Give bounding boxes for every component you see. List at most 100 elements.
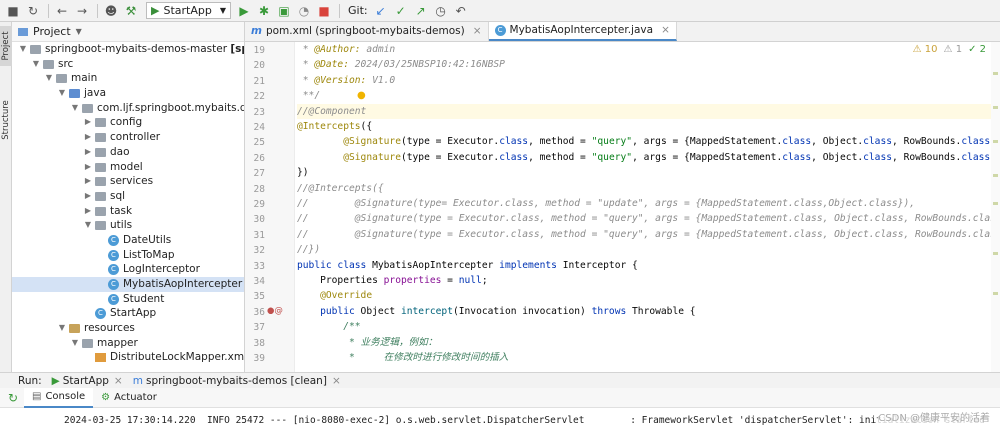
code-line[interactable]: * @Version: V1.0 bbox=[297, 73, 1000, 88]
tree-item[interactable]: ▶ model bbox=[12, 160, 244, 175]
stop-icon[interactable]: ■ bbox=[315, 2, 333, 20]
stripe-mark[interactable] bbox=[993, 174, 998, 177]
tree-item[interactable]: ▼ mapper bbox=[12, 336, 244, 351]
code-line[interactable]: * 业务逻辑，例如： bbox=[297, 335, 1000, 350]
stripe-mark[interactable] bbox=[993, 106, 998, 109]
code-line[interactable]: @Override bbox=[297, 288, 1000, 303]
tree-item[interactable]: ▶ dao bbox=[12, 145, 244, 160]
forward-icon[interactable]: → bbox=[73, 2, 91, 20]
code-line[interactable]: //}) bbox=[297, 242, 1000, 257]
tree-item[interactable]: ▶ controller bbox=[12, 130, 244, 145]
profile-icon[interactable]: ◔ bbox=[295, 2, 313, 20]
stripe-mark[interactable] bbox=[993, 292, 998, 295]
back-icon[interactable]: ← bbox=[53, 2, 71, 20]
tree-item[interactable]: C DateUtils bbox=[12, 233, 244, 248]
project-panel-title[interactable]: Project bbox=[33, 25, 71, 38]
tree-item[interactable]: ▼ main bbox=[12, 71, 244, 86]
tree-item[interactable]: C MybatisAopIntercepter bbox=[12, 277, 244, 292]
collapse-arrow-icon[interactable]: ▶ bbox=[83, 189, 93, 204]
console-output[interactable]: 2024-03-25 17:30:14.220 INFO 25472 --- [… bbox=[0, 408, 1000, 428]
editor-tab[interactable]: m pom.xml (springboot-mybaits-demos) × bbox=[245, 22, 489, 41]
console-tab[interactable]: ▤ Console bbox=[24, 387, 94, 408]
lightbulb-icon[interactable]: ● bbox=[357, 88, 366, 103]
close-icon[interactable]: × bbox=[473, 25, 482, 37]
code-line[interactable]: // @Signature(type = Executor.class, met… bbox=[297, 211, 1000, 226]
expand-arrow-icon[interactable]: ▼ bbox=[57, 86, 67, 101]
code-line[interactable]: @Signature(type = Executor.class, method… bbox=[297, 150, 1000, 165]
expand-arrow-icon[interactable]: ▼ bbox=[70, 336, 80, 351]
tree-item[interactable]: C Student bbox=[12, 292, 244, 307]
stripe-mark[interactable] bbox=[993, 202, 998, 205]
code-line[interactable]: @Intercepts({ bbox=[297, 119, 1000, 134]
code-line[interactable]: Properties properties = null; bbox=[297, 273, 1000, 288]
close-icon[interactable]: × bbox=[332, 375, 341, 387]
project-tool-tab[interactable]: Project bbox=[0, 26, 12, 66]
close-icon[interactable]: × bbox=[114, 375, 123, 387]
git-update-icon[interactable]: ↙ bbox=[372, 2, 390, 20]
save-icon[interactable]: ■ bbox=[4, 2, 22, 20]
code-line[interactable]: * @Author: admin bbox=[297, 42, 1000, 57]
stripe-mark[interactable] bbox=[993, 72, 998, 75]
tree-item[interactable]: C LogInterceptor bbox=[12, 262, 244, 277]
tree-item[interactable]: ▼ src bbox=[12, 57, 244, 72]
rerun-icon[interactable]: ↻ bbox=[4, 389, 22, 407]
user-icon[interactable]: ☻ bbox=[102, 2, 120, 20]
code-line[interactable]: // @Signature(type= Executor.class, meth… bbox=[297, 196, 1000, 211]
collapse-arrow-icon[interactable]: ▶ bbox=[83, 115, 93, 130]
tree-item[interactable]: ▼ com.ljf.springboot.mybaits.demos bbox=[12, 101, 244, 116]
tree-item[interactable]: DistributeLockMapper.xml bbox=[12, 350, 244, 365]
collapse-arrow-icon[interactable]: ▶ bbox=[83, 145, 93, 160]
structure-tool-tab[interactable]: Structure bbox=[0, 100, 12, 140]
tree-item[interactable]: ▶ services bbox=[12, 174, 244, 189]
collapse-arrow-icon[interactable]: ▶ bbox=[83, 174, 93, 189]
chevron-down-icon[interactable]: ▼ bbox=[76, 27, 82, 36]
expand-arrow-icon[interactable]: ▼ bbox=[31, 57, 41, 72]
git-push-icon[interactable]: ↗ bbox=[412, 2, 430, 20]
coverage-icon[interactable]: ▣ bbox=[275, 2, 293, 20]
stripe-mark[interactable] bbox=[993, 252, 998, 255]
code-line[interactable]: * 在修改时进行修改时间的插入 bbox=[297, 350, 1000, 365]
error-stripe[interactable] bbox=[991, 42, 1000, 372]
code-line[interactable]: /** bbox=[297, 319, 1000, 334]
history-icon[interactable]: ◷ bbox=[432, 2, 450, 20]
code-line[interactable]: * @Date: 2024/03/25NBSP10:42:16NBSP bbox=[297, 57, 1000, 72]
code-line[interactable]: }) bbox=[297, 165, 1000, 180]
editor-tab[interactable]: C MybatisAopIntercepter.java × bbox=[488, 22, 677, 41]
collapse-arrow-icon[interactable]: ▶ bbox=[83, 160, 93, 175]
build-hammer-icon[interactable]: ⚒ bbox=[122, 2, 140, 20]
sync-icon[interactable]: ↻ bbox=[24, 2, 42, 20]
tree-item[interactable]: ▶ task bbox=[12, 204, 244, 219]
run-tab[interactable]: ▶ StartApp × bbox=[52, 375, 123, 387]
tree-item[interactable]: ▶ sql bbox=[12, 189, 244, 204]
run-config-select[interactable]: ▶ StartApp ▼ bbox=[146, 2, 231, 19]
code-line[interactable]: @Signature(type = Executor.class, method… bbox=[297, 134, 1000, 149]
expand-arrow-icon[interactable]: ▼ bbox=[44, 71, 54, 86]
code-line[interactable]: // @Signature(type = Executor.class, met… bbox=[297, 227, 1000, 242]
tree-item[interactable]: ▶ config bbox=[12, 115, 244, 130]
tree-item[interactable]: ▼ utils bbox=[12, 218, 244, 233]
expand-arrow-icon[interactable]: ▼ bbox=[18, 42, 28, 57]
code-area[interactable]: * @Author: admin * @Date: 2024/03/25NBSP… bbox=[297, 42, 1000, 372]
code-line[interactable]: public Object intercept(Invocation invoc… bbox=[297, 304, 1000, 319]
tree-item[interactable]: C StartApp bbox=[12, 306, 244, 321]
code-line[interactable]: **/ bbox=[297, 88, 1000, 103]
expand-arrow-icon[interactable]: ▼ bbox=[57, 321, 67, 336]
tree-item[interactable]: C ListToMap bbox=[12, 248, 244, 263]
override-marker-icon[interactable]: ●@ bbox=[267, 306, 283, 316]
debug-icon[interactable]: ✱ bbox=[255, 2, 273, 20]
rollback-icon[interactable]: ↶ bbox=[452, 2, 470, 20]
collapse-arrow-icon[interactable]: ▶ bbox=[83, 204, 93, 219]
collapse-arrow-icon[interactable]: ▶ bbox=[83, 130, 93, 145]
tree-item[interactable]: ▼ java bbox=[12, 86, 244, 101]
tree-item[interactable]: ▼ springboot-mybaits-demos-master [spring… bbox=[12, 42, 244, 57]
stripe-mark[interactable] bbox=[993, 140, 998, 143]
code-line[interactable]: //@Intercepts({ bbox=[297, 181, 1000, 196]
expand-arrow-icon[interactable]: ▼ bbox=[83, 218, 93, 233]
git-commit-icon[interactable]: ✓ bbox=[392, 2, 410, 20]
code-line[interactable]: //@Component bbox=[297, 103, 1000, 119]
close-icon[interactable]: × bbox=[661, 24, 670, 36]
run-icon[interactable]: ▶ bbox=[235, 2, 253, 20]
code-line[interactable]: public class MybatisAopIntercepter imple… bbox=[297, 258, 1000, 273]
console-tab[interactable]: ⚙ Actuator bbox=[93, 388, 165, 408]
run-tab[interactable]: m springboot-mybaits-demos [clean] × bbox=[133, 375, 341, 387]
